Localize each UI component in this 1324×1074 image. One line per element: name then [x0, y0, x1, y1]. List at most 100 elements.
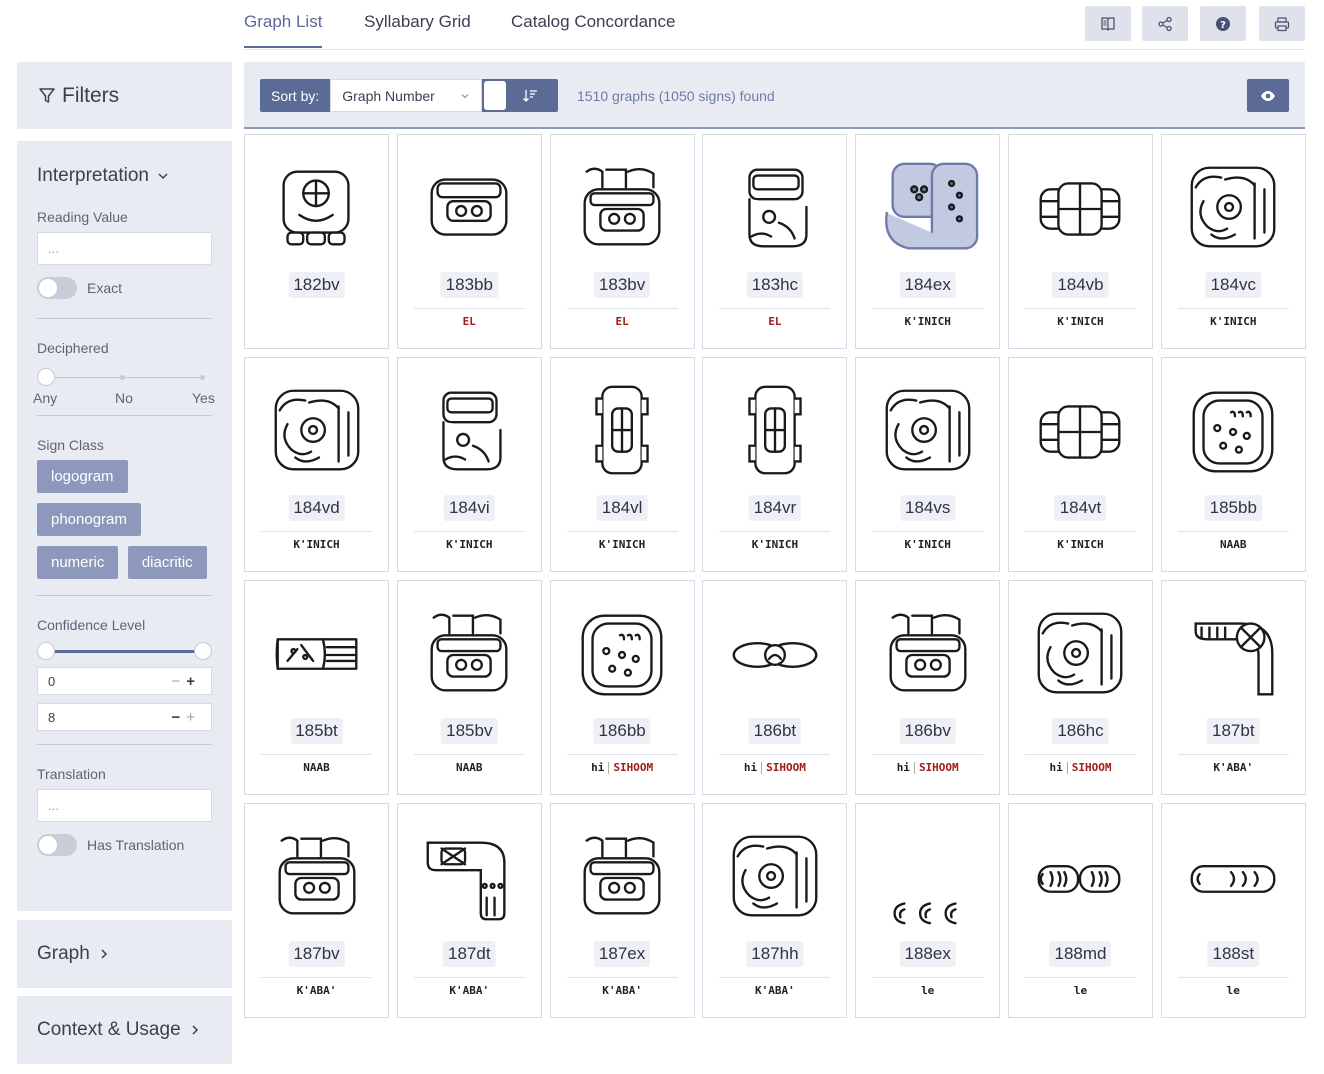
graph-card[interactable]: 184vc K'INICH	[1160, 134, 1306, 349]
confidence-max-handle[interactable]	[194, 642, 212, 660]
graph-number: 183hc	[746, 272, 804, 298]
has-translation-toggle[interactable]	[37, 834, 77, 856]
has-translation-row: Has Translation	[37, 834, 212, 856]
help-button[interactable]: ?	[1200, 6, 1246, 41]
reading-value: NAAB	[1162, 538, 1305, 551]
graph-card[interactable]: 186bv hi SIHOOM	[855, 580, 1001, 795]
graph-card[interactable]: 184vd K'INICH	[244, 357, 389, 572]
reading-value: hi SIHOOM	[703, 761, 846, 774]
graph-number: 184vl	[596, 495, 648, 521]
reading-segment: K'INICH	[293, 538, 340, 551]
reading-value: K'ABA'	[245, 984, 388, 997]
confidence-min-handle[interactable]	[37, 642, 55, 660]
sort-select[interactable]: Graph Number	[330, 79, 483, 112]
graph-card[interactable]: 187bt K'ABA'	[1160, 580, 1306, 795]
graph-number: 186bv	[899, 718, 956, 744]
chip-numeric[interactable]: numeric	[37, 546, 119, 579]
print-button[interactable]	[1259, 6, 1305, 41]
graph-card[interactable]: 188ex le	[855, 803, 1001, 1018]
reading-segment: le	[921, 984, 935, 997]
reading-segment: SIHOOM	[1071, 761, 1112, 774]
share-button[interactable]	[1142, 6, 1188, 41]
translation-label: Translation	[37, 766, 106, 782]
graph-card[interactable]: 186bt hi SIHOOM	[702, 580, 848, 795]
graph-card[interactable]: 187bv K'ABA'	[244, 803, 389, 1018]
graph-card[interactable]: 185bb NAAB	[1160, 357, 1306, 572]
glyph-image	[567, 151, 677, 266]
graph-card[interactable]: 186bb hi SIHOOM	[549, 580, 695, 795]
reading-segment: K'INICH	[904, 315, 951, 328]
graph-card[interactable]: 185bt NAAB	[244, 580, 389, 795]
graph-card[interactable]: 184vl K'INICH	[549, 357, 695, 572]
graph-number: 187bt	[1207, 718, 1260, 744]
graph-card[interactable]: 182bv	[244, 134, 389, 349]
confidence-slider[interactable]	[37, 639, 212, 663]
graph-card[interactable]: 184vt K'INICH	[1007, 357, 1153, 572]
interpretation-toggle[interactable]: Interpretation	[37, 165, 212, 187]
glyph-image	[720, 597, 830, 712]
graph-card[interactable]: 187dt K'ABA'	[396, 803, 542, 1018]
reading-segment: hi	[896, 761, 910, 774]
glyph-image	[262, 374, 372, 489]
graph-card[interactable]: 184vi K'INICH	[396, 357, 542, 572]
tab-graph-list[interactable]: Graph List	[244, 12, 323, 48]
tab-catalog-concordance[interactable]: Catalog Concordance	[511, 12, 675, 46]
reading-value-input[interactable]: ...	[37, 232, 212, 265]
chip-phonogram[interactable]: phonogram	[37, 503, 141, 536]
svg-text:?: ?	[1220, 20, 1226, 31]
confidence-min-input[interactable]: 0 −+	[37, 667, 212, 695]
graph-card[interactable]: 185bv NAAB	[396, 580, 542, 795]
chevron-down-icon	[461, 93, 469, 98]
reading-value: hi SIHOOM	[856, 761, 999, 774]
book-button[interactable]	[1085, 6, 1131, 41]
graph-number: 184vs	[900, 495, 956, 521]
card-divider	[1024, 531, 1136, 532]
reading-segment: K'ABA'	[449, 984, 490, 997]
deciphered-slider[interactable]: Any No Yes	[33, 362, 215, 406]
deciphered-any: Any	[33, 390, 58, 406]
graph-card[interactable]: 186hc hi SIHOOM	[1007, 580, 1153, 795]
view-options-button[interactable]	[1247, 79, 1289, 112]
results-toolbar: Sort by: Graph Number 1510 graphs (1050 …	[244, 62, 1305, 129]
sort-direction-toggle[interactable]	[482, 79, 559, 112]
deciphered-slider-handle[interactable]	[37, 368, 55, 386]
book-icon	[1101, 16, 1115, 31]
graph-card[interactable]: 187ex K'ABA'	[549, 803, 695, 1018]
card-divider	[872, 308, 984, 309]
chip-logogram[interactable]: logogram	[37, 460, 128, 493]
stepper-icon[interactable]: −+	[171, 673, 201, 690]
reading-value: K'INICH	[1009, 538, 1152, 551]
graph-card[interactable]: 183bb EL	[396, 134, 542, 349]
graph-card[interactable]: 184vb K'INICH	[1007, 134, 1153, 349]
graph-card[interactable]: 184vs K'INICH	[855, 357, 1001, 572]
reading-value: K'INICH	[245, 538, 388, 551]
card-divider	[872, 977, 984, 978]
stepper-icon[interactable]: −+	[171, 709, 201, 726]
glyph-image	[1178, 374, 1288, 489]
graph-card[interactable]: 184ex K'INICH	[855, 134, 1001, 349]
context-section-toggle[interactable]: Context & Usage	[17, 996, 232, 1064]
tab-syllabary-grid[interactable]: Syllabary Grid	[364, 12, 471, 46]
graph-card[interactable]: 188md le	[1007, 803, 1153, 1018]
glyph-image	[262, 597, 372, 712]
reading-segment: SIHOOM	[918, 761, 959, 774]
graph-card[interactable]: 183bv EL	[549, 134, 695, 349]
graph-card[interactable]: 187hh K'ABA'	[702, 803, 848, 1018]
reading-value: NAAB	[398, 761, 541, 774]
exact-toggle[interactable]	[37, 277, 77, 299]
graph-card[interactable]: 183hc EL	[702, 134, 848, 349]
graph-section-title: Graph	[37, 943, 90, 964]
reading-value: K'INICH	[1162, 315, 1305, 328]
graph-card[interactable]: 184vr K'INICH	[702, 357, 848, 572]
reading-value: K'INICH	[551, 538, 694, 551]
card-divider	[413, 308, 525, 309]
confidence-max-input[interactable]: 8 −+	[37, 703, 212, 731]
chip-diacritic[interactable]: diacritic	[127, 546, 207, 579]
translation-input[interactable]: ...	[37, 789, 212, 822]
graph-card[interactable]: 188st le	[1160, 803, 1306, 1018]
card-divider	[872, 531, 984, 532]
reading-segment: EL	[462, 315, 476, 328]
reading-value: K'INICH	[856, 538, 999, 551]
glyph-image	[1025, 597, 1135, 712]
graph-section-toggle[interactable]: Graph	[17, 920, 232, 988]
